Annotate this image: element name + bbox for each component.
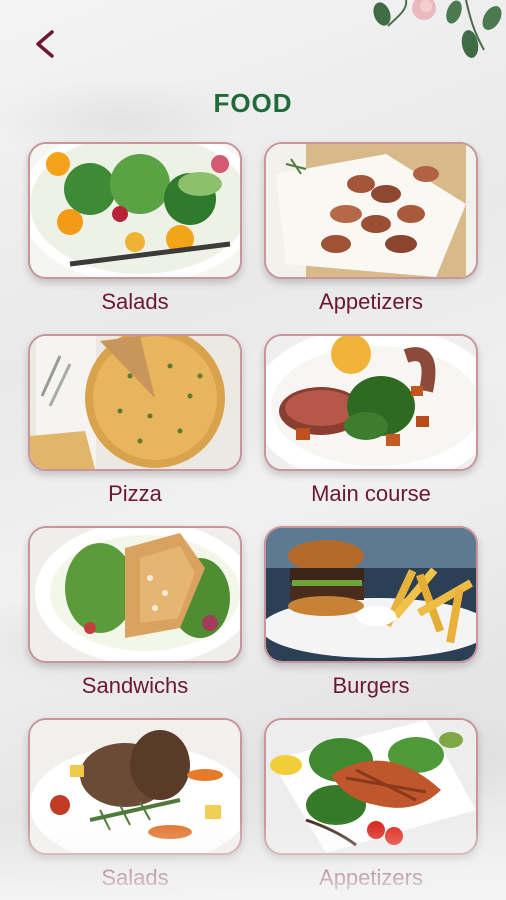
- appetizers-image: [264, 718, 478, 855]
- main-course-image: [264, 334, 478, 471]
- burger-fries-icon: [266, 528, 476, 661]
- category-card-main-course[interactable]: Main course: [264, 334, 478, 507]
- appetizers-image: [264, 142, 478, 279]
- category-label: Salads: [101, 865, 169, 890]
- pizza-icon: [30, 336, 240, 469]
- category-card-appetizers[interactable]: Appetizers: [264, 142, 478, 315]
- floral-decoration-icon: [373, 0, 502, 58]
- salad-plate-icon: [30, 144, 240, 277]
- chevron-left-icon: [36, 30, 54, 58]
- category-card-appetizers-2[interactable]: Appetizers: [264, 718, 478, 891]
- category-label: Appetizers: [319, 289, 423, 314]
- category-label: Main course: [311, 481, 431, 506]
- category-card-pizza[interactable]: Pizza: [28, 334, 242, 507]
- salads-image: [28, 142, 242, 279]
- category-card-salads-2[interactable]: Salads: [28, 718, 242, 891]
- category-label: Pizza: [108, 481, 162, 506]
- sandwichs-image: [28, 526, 242, 663]
- category-label: Salads: [101, 289, 169, 314]
- category-label: Appetizers: [319, 865, 423, 890]
- salads-image: [28, 718, 242, 855]
- appetizer-skewers-icon: [266, 144, 476, 277]
- page-title: FOOD: [213, 88, 293, 118]
- main-course-plate-icon: [266, 336, 476, 469]
- category-label: Sandwichs: [81, 673, 189, 698]
- pizza-image: [28, 334, 242, 471]
- category-card-sandwichs[interactable]: Sandwichs: [28, 526, 242, 699]
- sandwich-plate-icon: [30, 528, 240, 661]
- lamb-plate-icon: [30, 720, 240, 853]
- category-card-burgers[interactable]: Burgers: [264, 526, 478, 699]
- category-card-salads[interactable]: Salads: [28, 142, 242, 315]
- category-label: Burgers: [332, 673, 410, 698]
- back-button[interactable]: [28, 26, 64, 62]
- burgers-image: [264, 526, 478, 663]
- salmon-plate-icon: [266, 720, 476, 853]
